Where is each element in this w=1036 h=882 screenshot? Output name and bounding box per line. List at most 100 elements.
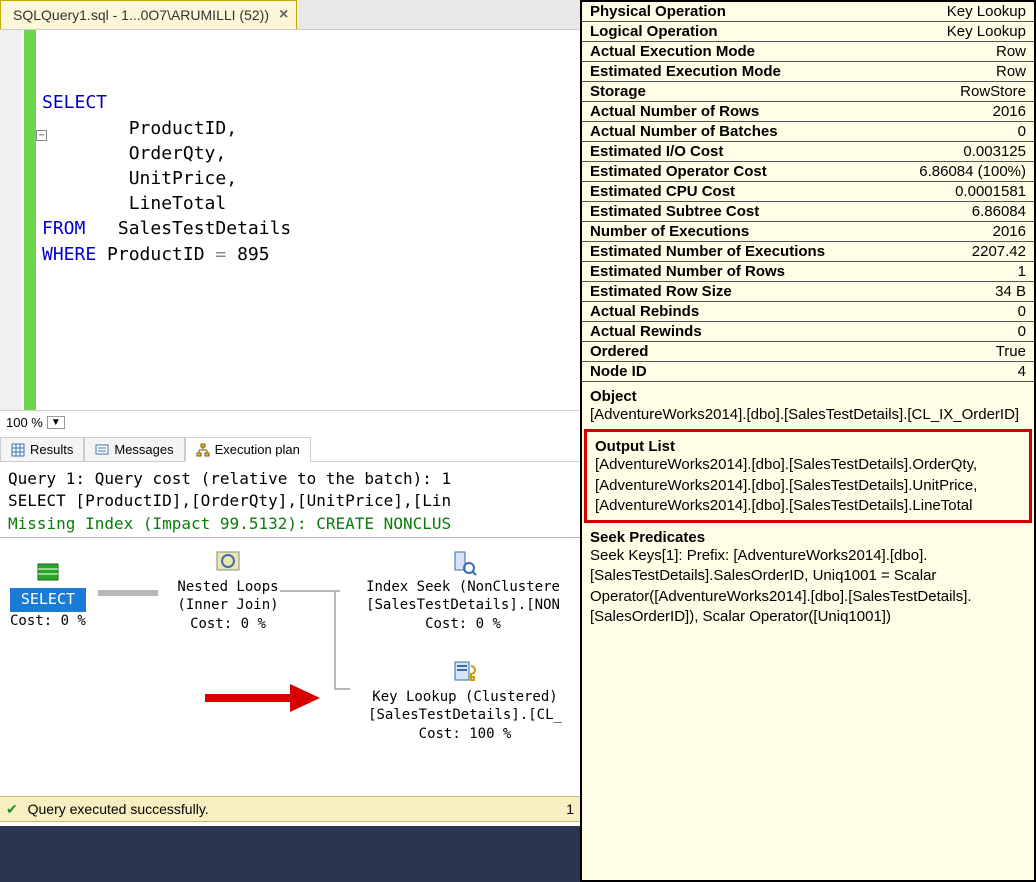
tooltip-row: Estimated CPU Cost 0.0001581 <box>582 182 1034 202</box>
select-icon <box>34 558 62 586</box>
operator-tooltip: Physical OperationKey LookupLogical Oper… <box>580 0 1036 882</box>
tab-messages[interactable]: Messages <box>84 437 184 461</box>
sql-editor[interactable]: − SELECT ProductID, OrderQty, UnitPrice,… <box>0 30 580 410</box>
plan-line1: Query 1: Query cost (relative to the bat… <box>8 468 572 490</box>
zoom-dropdown-icon[interactable]: ▼ <box>47 416 65 429</box>
sql-code: SELECT ProductID, OrderQty, UnitPrice, L… <box>42 40 580 267</box>
tooltip-row-value: 0 <box>1018 323 1026 340</box>
tab-messages-label: Messages <box>114 442 173 457</box>
tooltip-row: Estimated Subtree Cost6.86084 <box>582 202 1034 222</box>
tooltip-row: Estimated Number of Executions 2207.42 <box>582 242 1034 262</box>
tab-results[interactable]: Results <box>0 437 84 461</box>
tooltip-row-label: Actual Execution Mode <box>590 43 755 60</box>
tooltip-row-label: Estimated Row Size <box>590 283 732 300</box>
tooltip-row: Actual Number of Batches 0 <box>582 122 1034 142</box>
plan-select-label: SELECT <box>10 588 86 612</box>
plan-lookup-cost: Cost: 100 % <box>350 725 580 743</box>
collapse-icon[interactable]: − <box>36 130 47 141</box>
tooltip-row-value: 34 B <box>995 283 1026 300</box>
tooltip-row-value: 0.0001581 <box>955 183 1026 200</box>
plan-lookup-title: Key Lookup (Clustered) <box>350 688 580 706</box>
tooltip-row-label: Estimated Operator Cost <box>590 163 767 180</box>
tooltip-row-value: 2207.42 <box>972 243 1026 260</box>
tooltip-row: Actual Execution Mode Row <box>582 42 1034 62</box>
tooltip-row-value: 2016 <box>993 103 1026 120</box>
plan-nested-cost: Cost: 0 % <box>158 615 298 633</box>
tooltip-row: Number of Executions2016 <box>582 222 1034 242</box>
tooltip-row-label: Estimated Execution Mode <box>590 63 781 80</box>
tooltip-row: Estimated Operator Cost 6.86084 (100%) <box>582 162 1034 182</box>
plan-seek-sub: [SalesTestDetails].[NON <box>348 596 578 614</box>
tooltip-row: Estimated Execution ModeRow <box>582 62 1034 82</box>
tooltip-row-value: 6.86084 (100%) <box>919 163 1026 180</box>
status-extra: 1 <box>566 801 574 817</box>
footer-strip <box>0 826 580 882</box>
tooltip-row-value: 6.86084 <box>972 203 1026 220</box>
tooltip-row-label: Estimated I/O Cost <box>590 143 723 160</box>
tab-execution-plan[interactable]: Execution plan <box>185 437 311 462</box>
tooltip-row-label: Actual Number of Rows <box>590 103 759 120</box>
plan-nested-sub: (Inner Join) <box>158 596 298 614</box>
tooltip-row-value: Key Lookup <box>947 23 1026 40</box>
file-tab-title: SQLQuery1.sql - 1...0O7\ARUMILLI (52)) <box>13 7 269 23</box>
close-icon[interactable]: × <box>279 6 288 24</box>
tooltip-row-label: Actual Rewinds <box>590 323 702 340</box>
tooltip-output-body: [AdventureWorks2014].[dbo].[SalesTestDet… <box>595 455 1021 516</box>
editor-gutter <box>0 30 38 410</box>
message-icon <box>95 443 109 457</box>
key-lookup-icon <box>451 658 479 686</box>
tooltip-row-value: Key Lookup <box>947 3 1026 20</box>
connector <box>334 688 350 690</box>
plan-select-cost: Cost: 0 % <box>10 612 86 630</box>
plan-node-key-lookup[interactable]: Key Lookup (Clustered) [SalesTestDetails… <box>350 658 580 743</box>
tooltip-object: Object [AdventureWorks2014].[dbo].[Sales… <box>582 382 1034 429</box>
tooltip-row: Logical OperationKey Lookup <box>582 22 1034 42</box>
tooltip-row: Estimated I/O Cost 0.003125 <box>582 142 1034 162</box>
success-icon: ✔ <box>6 801 18 817</box>
tooltip-row-label: Actual Rebinds <box>590 303 699 320</box>
plan-canvas[interactable]: SELECT Cost: 0 % Nested Loops (Inner Joi… <box>0 538 580 788</box>
tooltip-row-label: Estimated Number of Executions <box>590 243 825 260</box>
zoom-bar: 100 % ▼ <box>0 410 580 434</box>
connector <box>98 590 158 596</box>
tooltip-row-value: Row <box>996 43 1026 60</box>
tab-plan-label: Execution plan <box>215 442 300 457</box>
tooltip-row: Actual Rewinds 0 <box>582 322 1034 342</box>
tooltip-row-value: True <box>996 343 1026 360</box>
tooltip-row-value: 0 <box>1018 303 1026 320</box>
tooltip-object-hdr: Object <box>590 388 1026 405</box>
tooltip-row-value: 4 <box>1018 363 1026 380</box>
nested-loops-icon <box>214 548 242 576</box>
plan-node-select[interactable]: SELECT Cost: 0 % <box>10 558 86 630</box>
plan-summary: Query 1: Query cost (relative to the bat… <box>0 462 580 538</box>
tooltip-object-body: [AdventureWorks2014].[dbo].[SalesTestDet… <box>590 405 1026 425</box>
connector <box>334 590 336 690</box>
tooltip-row-label: Actual Number of Batches <box>590 123 778 140</box>
file-tab[interactable]: SQLQuery1.sql - 1...0O7\ARUMILLI (52)) × <box>0 0 297 29</box>
tooltip-row-label: Number of Executions <box>590 223 749 240</box>
tooltip-row-value: 0 <box>1018 123 1026 140</box>
plan-line2: SELECT [ProductID],[OrderQty],[UnitPrice… <box>8 490 572 512</box>
tooltip-row-label: Estimated Number of Rows <box>590 263 785 280</box>
plan-icon <box>196 443 210 457</box>
file-tab-bar: SQLQuery1.sql - 1...0O7\ARUMILLI (52)) × <box>0 0 580 30</box>
tooltip-row-label: Estimated CPU Cost <box>590 183 735 200</box>
tooltip-row-label: Storage <box>590 83 646 100</box>
tooltip-row-label: Node ID <box>590 363 647 380</box>
tooltip-row-value: 0.003125 <box>963 143 1026 160</box>
tooltip-row-label: Ordered <box>590 343 648 360</box>
tab-results-label: Results <box>30 442 73 457</box>
tooltip-row: Estimated Number of Rows1 <box>582 262 1034 282</box>
plan-missing-index: Missing Index (Impact 99.5132): CREATE N… <box>8 513 572 535</box>
tooltip-row: Actual Number of Rows 2016 <box>582 102 1034 122</box>
tooltip-seek-hdr: Seek Predicates <box>590 529 1026 546</box>
tooltip-seek-body: Seek Keys[1]: Prefix: [AdventureWorks201… <box>590 546 1026 627</box>
tooltip-output-list: Output List [AdventureWorks2014].[dbo].[… <box>584 429 1032 523</box>
plan-node-index-seek[interactable]: Index Seek (NonClustere [SalesTestDetail… <box>348 548 578 633</box>
plan-lookup-sub: [SalesTestDetails].[CL_ <box>350 706 580 724</box>
editor-pane: SQLQuery1.sql - 1...0O7\ARUMILLI (52)) ×… <box>0 0 580 882</box>
plan-node-nested-loops[interactable]: Nested Loops (Inner Join) Cost: 0 % <box>158 548 298 633</box>
tooltip-row: Actual Rebinds 0 <box>582 302 1034 322</box>
index-seek-icon <box>449 548 477 576</box>
tooltip-row: StorageRowStore <box>582 82 1034 102</box>
